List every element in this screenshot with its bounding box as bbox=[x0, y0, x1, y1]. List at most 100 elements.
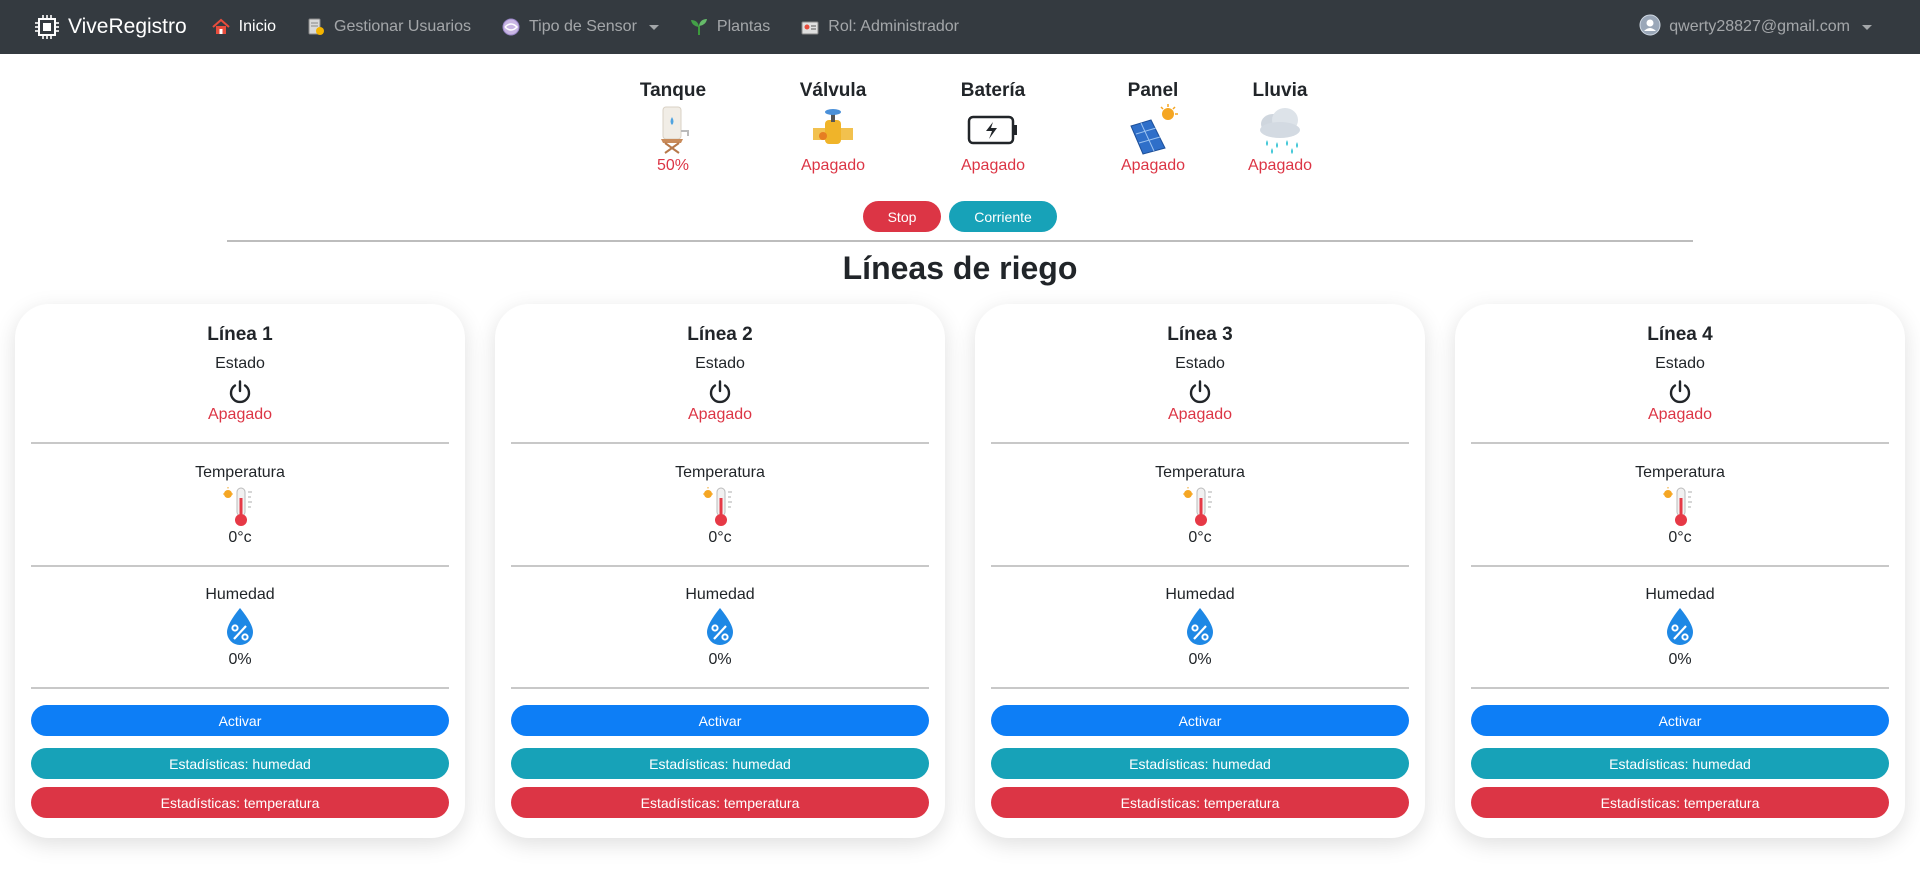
power-icon[interactable] bbox=[495, 379, 945, 405]
thermometer-icon bbox=[1455, 486, 1905, 528]
card-title: Línea 3 bbox=[1167, 324, 1233, 345]
divider bbox=[1471, 687, 1889, 689]
solar-panel-icon bbox=[1083, 104, 1223, 156]
divider bbox=[511, 442, 929, 444]
temperatura-label: Temperatura bbox=[1155, 464, 1245, 481]
power-icon[interactable] bbox=[975, 379, 1425, 405]
device-status: Apagado bbox=[960, 157, 1026, 174]
temperatura-label: Temperatura bbox=[195, 464, 285, 481]
nav-label: Plantas bbox=[716, 18, 771, 35]
divider bbox=[991, 565, 1409, 567]
device-panel: Panel Apagado bbox=[1083, 78, 1223, 176]
stop-button[interactable]: Stop bbox=[863, 201, 941, 232]
device-status: 50% bbox=[656, 157, 690, 174]
irrigation-line-card-2: Línea 2 Estado Apagado Temperatura 0°c H… bbox=[495, 304, 945, 838]
divider bbox=[991, 442, 1409, 444]
divider bbox=[31, 687, 449, 689]
chip-logo-icon bbox=[35, 15, 59, 39]
humedad-value: 0% bbox=[1668, 651, 1692, 668]
stats-temperatura-button[interactable]: Estadísticas: temperatura bbox=[511, 787, 929, 818]
activar-button[interactable]: Activar bbox=[31, 705, 449, 736]
humedad-value: 0% bbox=[228, 651, 252, 668]
chevron-down-icon bbox=[648, 24, 659, 30]
card-title: Línea 2 bbox=[687, 324, 753, 345]
irrigation-line-card-4: Línea 4 Estado Apagado Temperatura 0°c H… bbox=[1455, 304, 1905, 838]
humidity-drop-icon bbox=[495, 606, 945, 646]
humedad-value: 0% bbox=[1188, 651, 1212, 668]
stats-humedad-button[interactable]: Estadísticas: humedad bbox=[511, 748, 929, 779]
irrigation-line-card-1: Línea 1 Estado Apagado Temperatura 0°c H… bbox=[15, 304, 465, 838]
stats-humedad-button[interactable]: Estadísticas: humedad bbox=[1471, 748, 1889, 779]
device-title: Válvula bbox=[799, 80, 867, 101]
sensor-icon bbox=[501, 17, 521, 37]
humidity-drop-icon bbox=[1455, 606, 1905, 646]
nav-tipo-sensor[interactable]: Tipo de Sensor bbox=[501, 0, 659, 54]
humedad-label: Humedad bbox=[685, 586, 755, 603]
device-title: Tanque bbox=[639, 80, 707, 101]
user-menu[interactable]: qwerty28827@gmail.com bbox=[1639, 0, 1872, 54]
corriente-button[interactable]: Corriente bbox=[949, 201, 1057, 232]
thermometer-icon bbox=[975, 486, 1425, 528]
stats-humedad-button[interactable]: Estadísticas: humedad bbox=[991, 748, 1409, 779]
device-status: Apagado bbox=[1120, 157, 1186, 174]
estado-value: Apagado bbox=[1167, 406, 1233, 423]
temperatura-value: 0°c bbox=[228, 529, 252, 546]
estado-label: Estado bbox=[215, 355, 265, 372]
nav-label: Gestionar Usuarios bbox=[334, 18, 471, 35]
divider bbox=[31, 442, 449, 444]
plant-icon bbox=[689, 17, 709, 37]
device-status: Apagado bbox=[1247, 157, 1313, 174]
role-icon bbox=[800, 17, 820, 37]
section-title: Líneas de riego bbox=[842, 250, 1078, 286]
activar-button[interactable]: Activar bbox=[511, 705, 929, 736]
temperatura-label: Temperatura bbox=[675, 464, 765, 481]
divider bbox=[511, 687, 929, 689]
thermometer-icon bbox=[15, 486, 465, 528]
card-title: Línea 1 bbox=[207, 324, 273, 345]
device-title: Lluvia bbox=[1252, 80, 1308, 101]
device-lluvia: Lluvia Apagado bbox=[1210, 78, 1350, 176]
divider bbox=[227, 240, 1693, 242]
user-avatar-icon bbox=[1639, 14, 1661, 41]
card-title: Línea 4 bbox=[1647, 324, 1713, 345]
nav-rol[interactable]: Rol: Administrador bbox=[800, 0, 959, 54]
activar-button[interactable]: Activar bbox=[1471, 705, 1889, 736]
temperatura-value: 0°c bbox=[708, 529, 732, 546]
stats-temperatura-button[interactable]: Estadísticas: temperatura bbox=[1471, 787, 1889, 818]
device-status: Apagado bbox=[800, 157, 866, 174]
irrigation-line-card-3: Línea 3 Estado Apagado Temperatura 0°c H… bbox=[975, 304, 1425, 838]
humedad-value: 0% bbox=[708, 651, 732, 668]
nav-plantas[interactable]: Plantas bbox=[689, 0, 770, 54]
power-icon[interactable] bbox=[1455, 379, 1905, 405]
stats-temperatura-button[interactable]: Estadísticas: temperatura bbox=[31, 787, 449, 818]
top-navbar: ViveRegistro Inicio Gestionar Usuarios T… bbox=[0, 0, 1920, 54]
divider bbox=[1471, 442, 1889, 444]
device-tanque: Tanque 50% bbox=[603, 78, 743, 176]
nav-inicio[interactable]: Inicio bbox=[211, 0, 276, 54]
estado-label: Estado bbox=[695, 355, 745, 372]
chevron-down-icon bbox=[1862, 24, 1872, 30]
divider bbox=[31, 565, 449, 567]
device-valvula: Válvula Apagado bbox=[763, 78, 903, 176]
user-email: qwerty28827@gmail.com bbox=[1669, 18, 1850, 35]
divider bbox=[511, 565, 929, 567]
temperatura-value: 0°c bbox=[1668, 529, 1692, 546]
stats-humedad-button[interactable]: Estadísticas: humedad bbox=[31, 748, 449, 779]
user-management-icon bbox=[306, 17, 326, 37]
valve-icon bbox=[763, 104, 903, 156]
estado-value: Apagado bbox=[207, 406, 273, 423]
humedad-label: Humedad bbox=[205, 586, 275, 603]
humedad-label: Humedad bbox=[1645, 586, 1715, 603]
brand[interactable]: ViveRegistro bbox=[34, 14, 187, 40]
tank-icon bbox=[603, 104, 743, 156]
activar-button[interactable]: Activar bbox=[991, 705, 1409, 736]
nav-label: Inicio bbox=[238, 18, 277, 35]
divider bbox=[991, 687, 1409, 689]
nav-label: Tipo de Sensor bbox=[528, 18, 637, 35]
stats-temperatura-button[interactable]: Estadísticas: temperatura bbox=[991, 787, 1409, 818]
device-status-bar: Tanque 50% Válvula Apagado Batería Apaga… bbox=[0, 78, 1920, 188]
nav-gestionar-usuarios[interactable]: Gestionar Usuarios bbox=[306, 0, 471, 54]
humedad-label: Humedad bbox=[1165, 586, 1235, 603]
device-title: Panel bbox=[1127, 80, 1179, 101]
power-icon[interactable] bbox=[15, 379, 465, 405]
